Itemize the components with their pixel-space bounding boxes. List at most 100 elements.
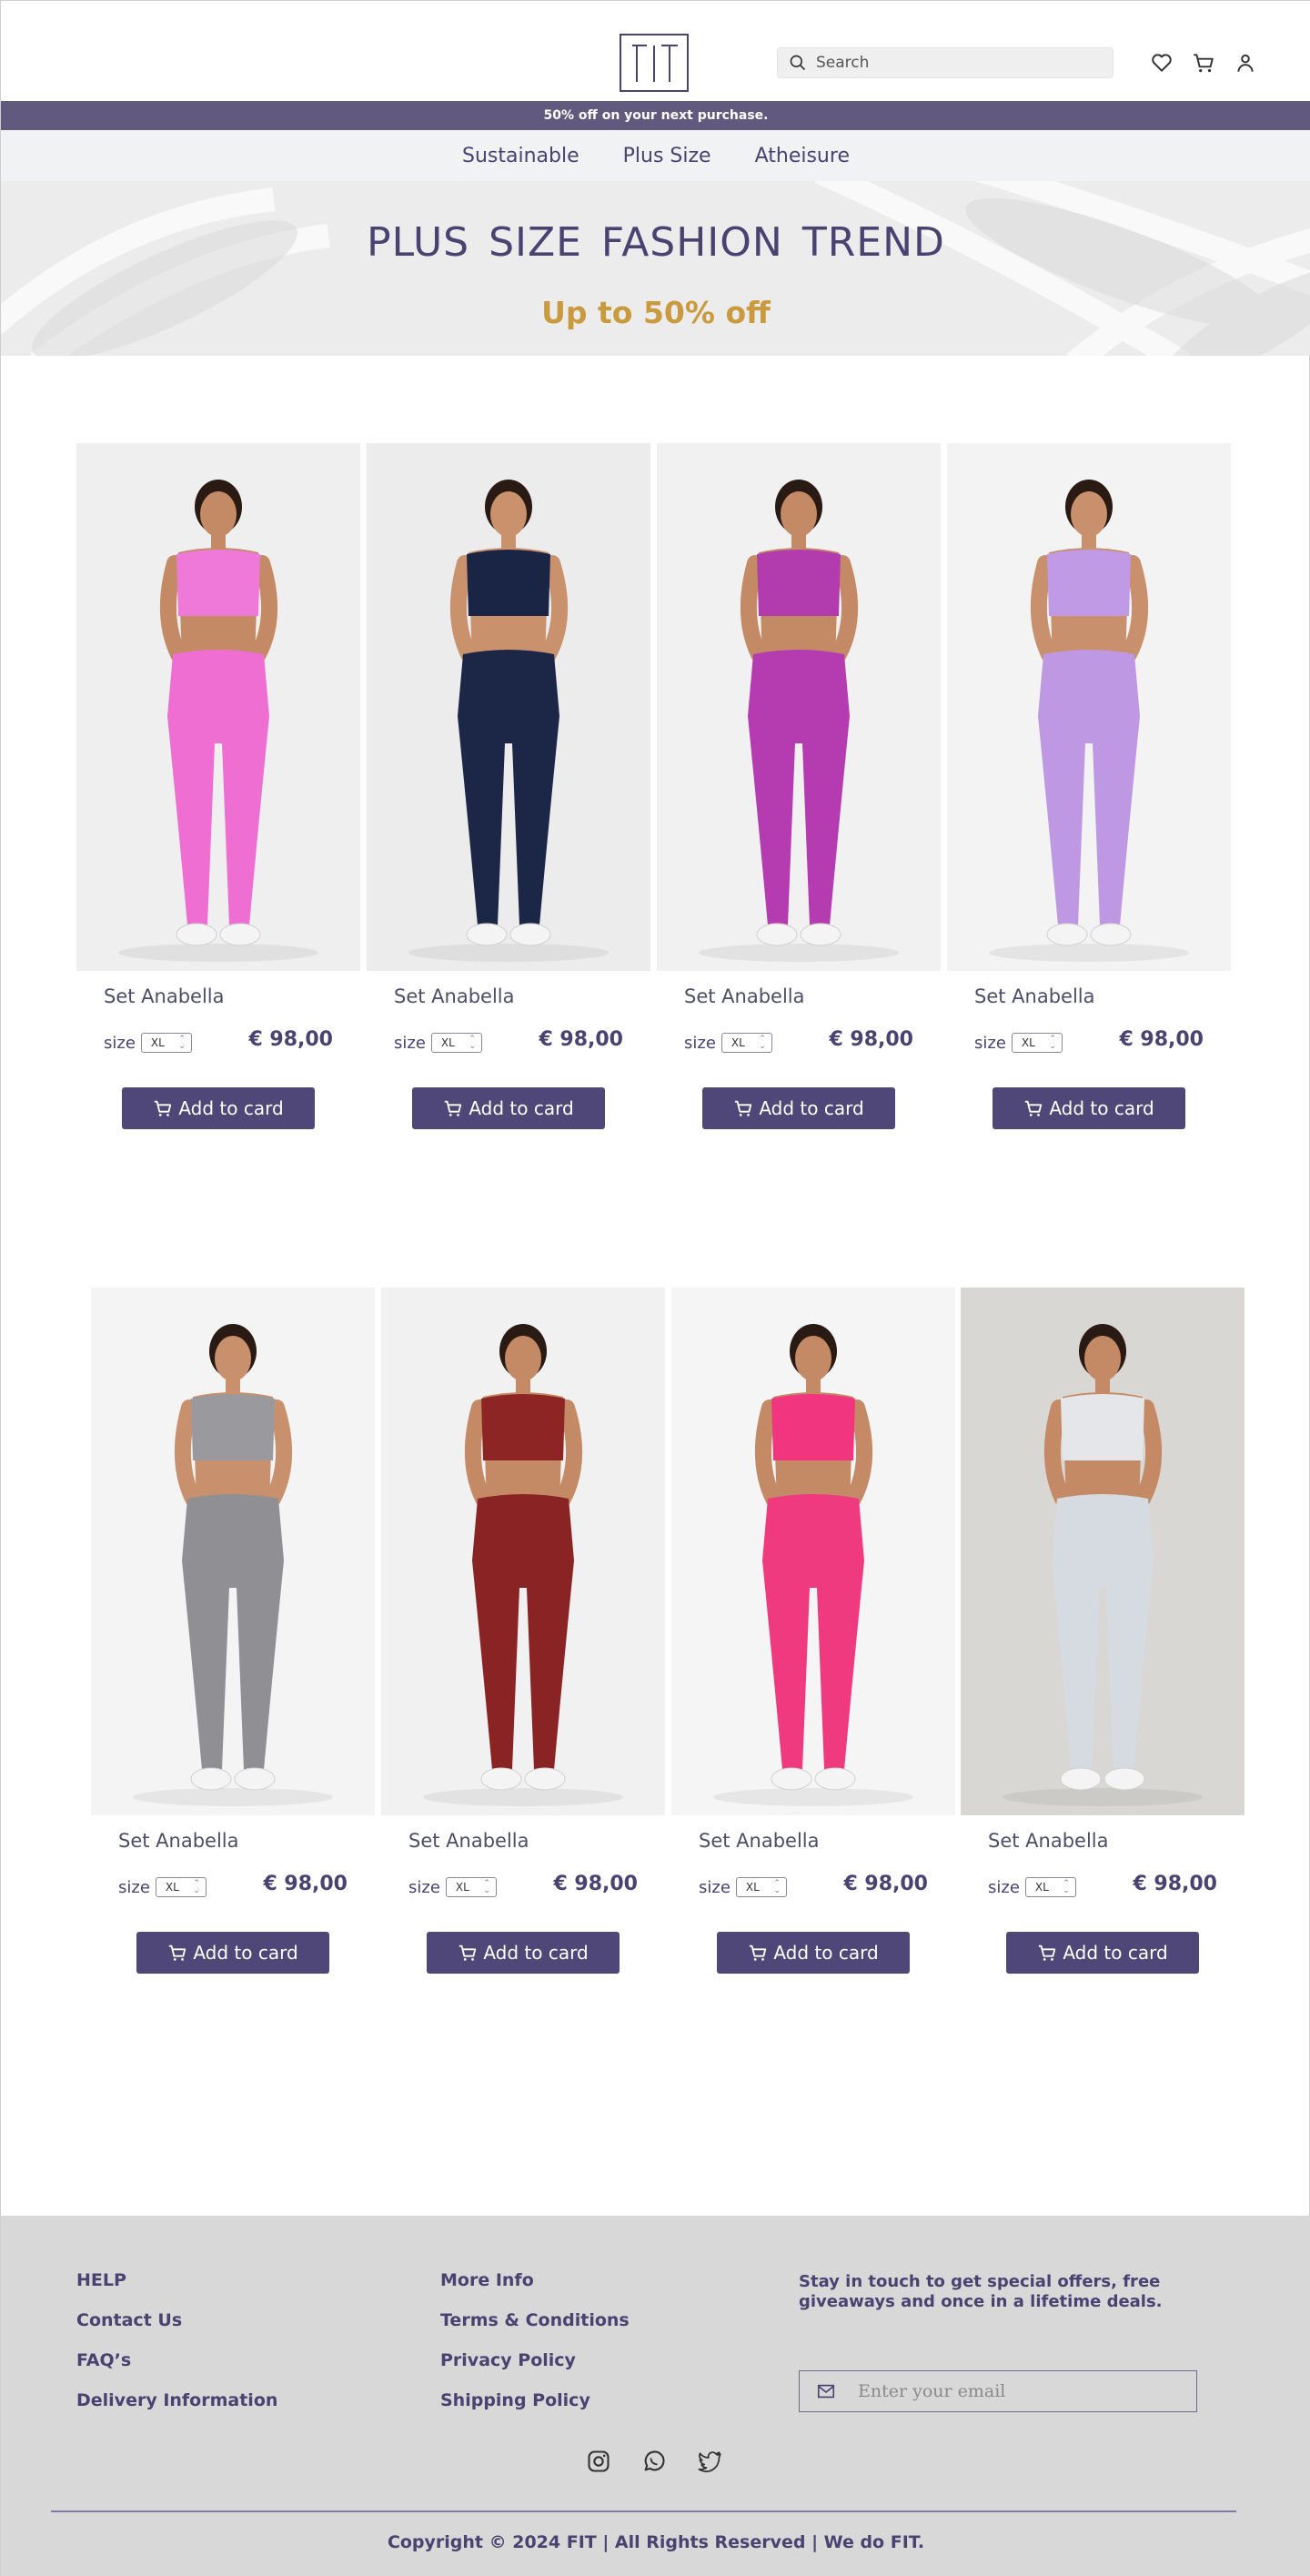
product-name[interactable]: Set Anabella (104, 985, 225, 1007)
product-name[interactable]: Set Anabella (394, 985, 515, 1007)
hero-title: PLUS SIZE FASHION TREND (367, 219, 945, 266)
promo-text: 50% off on your next purchase. (543, 108, 769, 123)
size-selector-group: size XL ⌃ ⌄ (684, 1033, 772, 1053)
product-image[interactable] (91, 1288, 375, 1815)
size-select[interactable]: XL ⌃ ⌄ (720, 1033, 772, 1053)
product-name[interactable]: Set Anabella (988, 1830, 1109, 1852)
size-label: size (118, 1877, 150, 1897)
product-image[interactable] (76, 443, 360, 971)
fit-logo[interactable] (620, 34, 689, 92)
newsletter-text: Stay in touch to get special offers, fre… (799, 2272, 1163, 2311)
select-arrows-icon: ⌃ ⌄ (1063, 1879, 1070, 1895)
size-value: XL (745, 1881, 760, 1894)
add-to-cart-label: Add to card (178, 1097, 284, 1119)
add-to-cart-label: Add to card (1049, 1097, 1154, 1119)
user-icon[interactable] (1234, 51, 1257, 75)
add-to-cart-button[interactable]: Add to card (702, 1087, 895, 1129)
size-value: XL (731, 1036, 745, 1049)
add-to-cart-button[interactable]: Add to card (1006, 1932, 1199, 1974)
cart-icon (750, 1945, 767, 1961)
cart-icon (459, 1945, 477, 1961)
product-image[interactable] (671, 1288, 955, 1815)
footer-link-shipping[interactable]: Shipping Policy (440, 2390, 630, 2410)
size-selector-group: size XL ⌃ ⌄ (699, 1877, 787, 1897)
site-header (1, 1, 1310, 101)
size-label: size (988, 1877, 1020, 1897)
add-to-cart-button[interactable]: Add to card (122, 1087, 315, 1129)
size-selector-group: size XL ⌃ ⌄ (104, 1033, 192, 1053)
select-arrows-icon: ⌃ ⌄ (469, 1035, 476, 1051)
product-image[interactable] (947, 443, 1231, 971)
copyright-text: Copyright © 2024 FIT | All Rights Reserv… (387, 2532, 925, 2552)
search-icon (790, 55, 806, 71)
product-name[interactable]: Set Anabella (408, 1830, 529, 1852)
search-input[interactable] (816, 54, 1089, 72)
select-arrows-icon: ⌃ ⌄ (759, 1035, 766, 1051)
size-label: size (394, 1033, 426, 1053)
product-image[interactable] (367, 443, 650, 971)
size-value: XL (1034, 1881, 1049, 1894)
whatsapp-icon[interactable] (641, 2449, 667, 2474)
add-to-cart-button[interactable]: Add to card (136, 1932, 329, 1974)
footer-link-delivery-information[interactable]: Delivery Information (76, 2390, 277, 2410)
instagram-icon[interactable] (586, 2449, 611, 2474)
product-price: € 98,00 (263, 1873, 348, 1895)
heart-icon[interactable] (1150, 51, 1174, 75)
promo-bar: 50% off on your next purchase. (1, 101, 1310, 130)
size-value: XL (165, 1881, 179, 1894)
footer-link-contact-us[interactable]: Contact Us (76, 2310, 277, 2330)
footer-link-terms[interactable]: Terms & Conditions (440, 2310, 630, 2330)
footer-link-faqs[interactable]: FAQ’s (76, 2350, 277, 2370)
size-value: XL (455, 1881, 469, 1894)
product-price: € 98,00 (248, 1028, 333, 1051)
size-selector-group: size XL ⌃ ⌄ (988, 1877, 1076, 1897)
cart-icon (445, 1100, 462, 1116)
add-to-cart-button[interactable]: Add to card (993, 1087, 1185, 1129)
twitter-icon[interactable] (697, 2449, 722, 2474)
size-value: XL (1021, 1036, 1035, 1049)
size-select[interactable]: XL ⌃ ⌄ (1011, 1033, 1063, 1053)
size-select[interactable]: XL ⌃ ⌄ (140, 1033, 192, 1053)
product-image[interactable] (657, 443, 941, 971)
add-to-cart-label: Add to card (1063, 1942, 1168, 1964)
size-select[interactable]: XL ⌃ ⌄ (735, 1877, 787, 1897)
product-name[interactable]: Set Anabella (974, 985, 1095, 1007)
footer-link-privacy[interactable]: Privacy Policy (440, 2350, 630, 2370)
product-price: € 98,00 (829, 1028, 913, 1051)
footer-link-more-info[interactable]: More Info (440, 2270, 630, 2290)
product-name[interactable]: Set Anabella (699, 1830, 820, 1852)
size-select[interactable]: XL ⌃ ⌄ (1024, 1877, 1076, 1897)
cart-icon (1039, 1945, 1056, 1961)
email-field[interactable] (799, 2370, 1197, 2412)
footer-link-help[interactable]: HELP (76, 2270, 277, 2290)
product-image[interactable] (381, 1288, 665, 1815)
search-bar[interactable] (777, 47, 1114, 78)
product-price: € 98,00 (553, 1873, 638, 1895)
add-to-cart-button[interactable]: Add to card (717, 1932, 910, 1974)
footer-divider (51, 2510, 1236, 2512)
product-image[interactable] (961, 1288, 1244, 1815)
size-value: XL (440, 1036, 455, 1049)
select-arrows-icon: ⌃ ⌄ (193, 1879, 200, 1895)
size-select[interactable]: XL ⌃ ⌄ (445, 1877, 497, 1897)
size-label: size (408, 1877, 440, 1897)
email-input[interactable] (858, 2381, 1176, 2401)
size-value: XL (150, 1036, 165, 1049)
hero-banner: PLUS SIZE FASHION TREND Up to 50% off (1, 181, 1310, 356)
size-label: size (104, 1033, 136, 1053)
size-select[interactable]: XL ⌃ ⌄ (430, 1033, 482, 1053)
add-to-cart-button[interactable]: Add to card (412, 1087, 605, 1129)
cart-icon[interactable] (1192, 51, 1215, 75)
add-to-cart-button[interactable]: Add to card (427, 1932, 620, 1974)
cart-icon (1025, 1100, 1043, 1116)
nav-item-atheisure[interactable]: Atheisure (755, 145, 850, 167)
select-arrows-icon: ⌃ ⌄ (178, 1035, 186, 1051)
product-name[interactable]: Set Anabella (118, 1830, 239, 1852)
product-price: € 98,00 (1133, 1873, 1217, 1895)
footer-help-column: HELP Contact Us FAQ’s Delivery Informati… (76, 2270, 277, 2430)
nav-item-plus-size[interactable]: Plus Size (623, 145, 711, 167)
product-name[interactable]: Set Anabella (684, 985, 805, 1007)
nav-item-sustainable[interactable]: Sustainable (462, 145, 579, 167)
add-to-cart-label: Add to card (469, 1097, 574, 1119)
size-select[interactable]: XL ⌃ ⌄ (155, 1877, 207, 1897)
